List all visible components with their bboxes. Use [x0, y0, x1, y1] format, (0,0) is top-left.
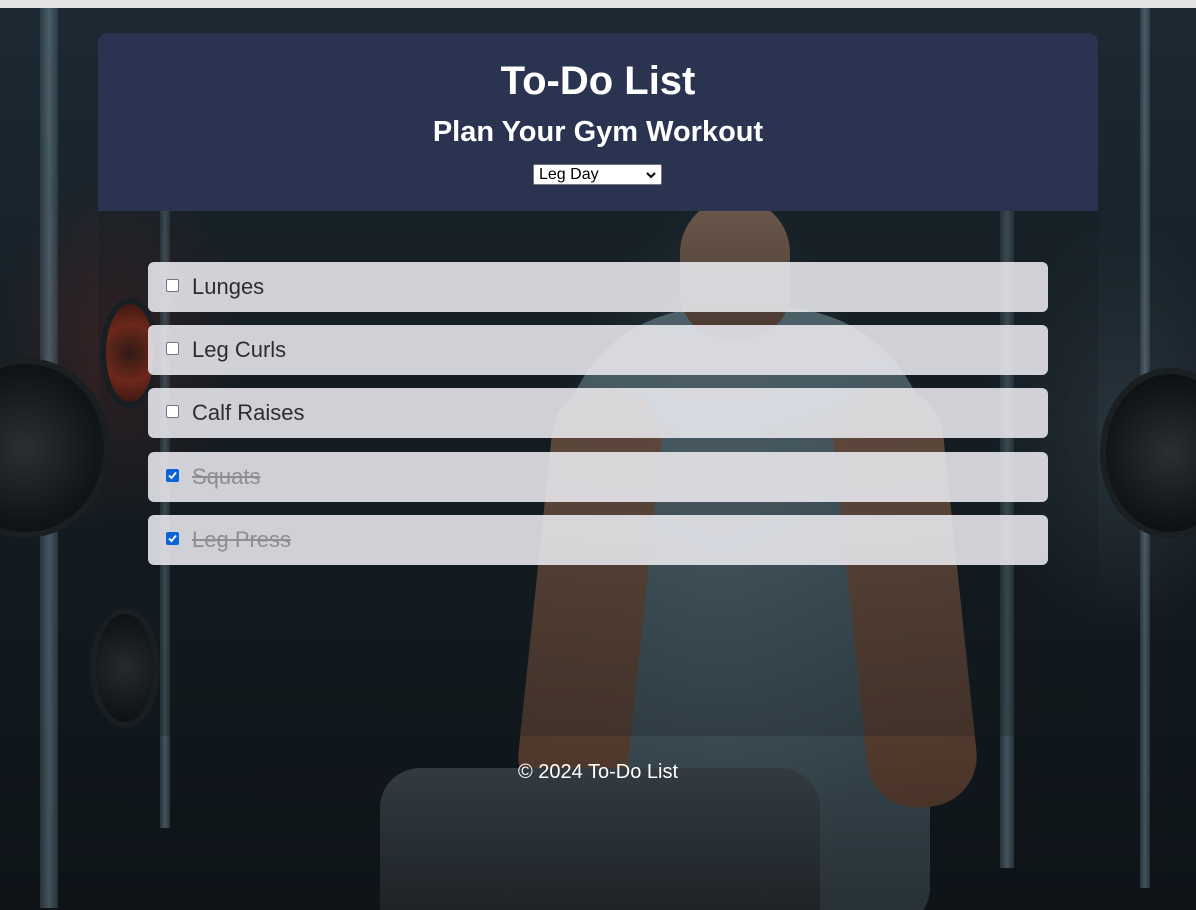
task-item: Leg Press [148, 515, 1048, 565]
todo-card: To-Do List Plan Your Gym Workout Leg Day… [98, 33, 1098, 736]
task-label: Leg Press [192, 527, 292, 552]
page-title: To-Do List [500, 59, 696, 103]
header: To-Do List Plan Your Gym Workout Leg Day [98, 33, 1098, 211]
select-value: Leg Day [539, 166, 599, 183]
chevron-down-icon [645, 168, 657, 180]
task-item: Lunges [148, 262, 1048, 312]
task-label: Leg Curls [192, 337, 287, 362]
task-label: Calf Raises [192, 400, 305, 425]
workout-day-select[interactable]: Leg Day [533, 164, 662, 185]
task-checkbox[interactable] [166, 279, 179, 292]
weight-plate [0, 358, 110, 538]
checkmark-icon [168, 471, 177, 480]
weight-plate [1100, 368, 1196, 538]
task-label: Lunges [192, 274, 265, 299]
task-item: Squats [148, 452, 1048, 502]
task-checkbox[interactable] [166, 405, 179, 418]
task-item: Leg Curls [148, 325, 1048, 375]
athlete-shorts [380, 768, 820, 910]
task-checkbox[interactable] [166, 342, 179, 355]
footer-copyright: © 2024 To-Do List [517, 761, 678, 783]
task-checkbox[interactable] [166, 469, 179, 482]
browser-top-strip [0, 0, 1196, 8]
page-subtitle: Plan Your Gym Workout [432, 116, 764, 148]
task-item: Calf Raises [148, 388, 1048, 438]
task-label: Squats [192, 464, 261, 489]
task-checkbox[interactable] [166, 532, 179, 545]
checkmark-icon [168, 534, 177, 543]
